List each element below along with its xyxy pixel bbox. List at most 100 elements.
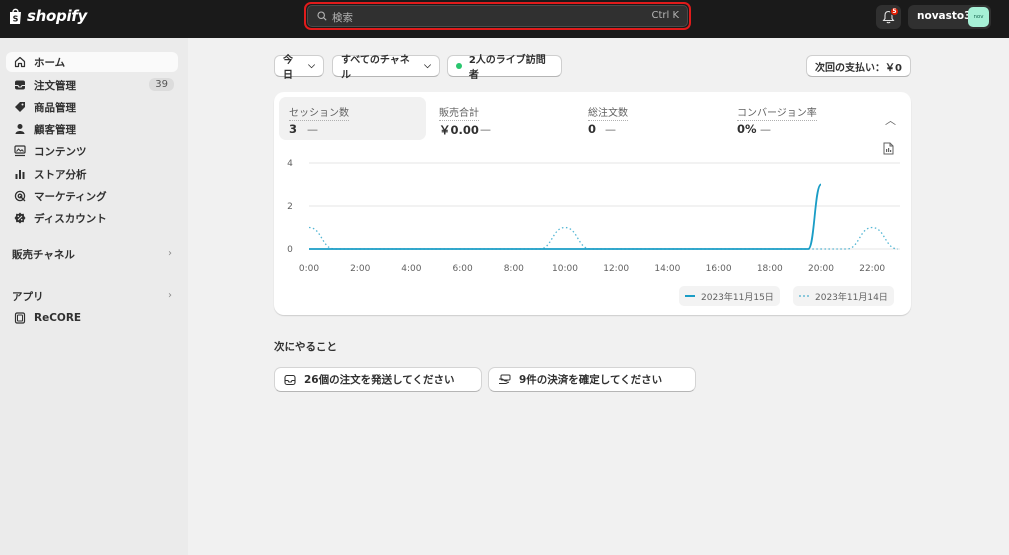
tag-icon bbox=[15, 102, 25, 112]
metric-total-sales[interactable]: 販売合計 ￥0.00 — bbox=[429, 97, 576, 140]
sidebar-item-marketing[interactable]: マーケティング bbox=[6, 186, 178, 206]
chevron-right-icon: › bbox=[168, 290, 172, 301]
metric-total-orders[interactable]: 総注文数 0 — bbox=[578, 97, 725, 140]
sidebar-item-recore[interactable]: ReCORE bbox=[6, 308, 178, 328]
x-tick-label: 20:00 bbox=[808, 264, 834, 274]
shopify-logo[interactable]: S shopify bbox=[8, 7, 87, 25]
todo-title: 次にやること bbox=[274, 341, 337, 353]
sidebar-item-discounts[interactable]: ディスカウント bbox=[6, 208, 178, 228]
series-line-1 bbox=[308, 183, 822, 250]
live-visitors-button[interactable]: 2人のライブ訪問者 bbox=[447, 55, 562, 81]
content-icon bbox=[14, 145, 26, 157]
top-bar: S shopify 検索 Ctrl K 5 novasto3 nov bbox=[0, 0, 1009, 38]
analytics-card: セッション数 3 — 販売合計 ￥0.00 — 総注文数 0 — コンバージョン… bbox=[274, 92, 911, 315]
x-tick-label: 4:00 bbox=[401, 264, 421, 274]
metric-value: 3 bbox=[289, 122, 298, 136]
sidebar-item-label: コンテンツ bbox=[34, 145, 87, 158]
sidebar-item-label: ホーム bbox=[34, 56, 66, 69]
sidebar-item-content[interactable]: コンテンツ bbox=[6, 141, 178, 161]
bar-chart-icon bbox=[15, 170, 25, 179]
home-icon bbox=[14, 56, 26, 68]
sidebar-item-label: マーケティング bbox=[34, 190, 107, 203]
x-tick-label: 8:00 bbox=[504, 264, 524, 274]
metric-label: 総注文数 bbox=[588, 104, 628, 121]
next-payment-button[interactable]: 次回の支払い：￥0 bbox=[806, 55, 911, 77]
metric-sessions[interactable]: セッション数 3 — bbox=[279, 97, 426, 140]
sidebar-item-label: 顧客管理 bbox=[34, 123, 76, 136]
channel-filter-button[interactable]: すべてのチャネル ⌵ bbox=[332, 55, 440, 81]
x-tick-label: 22:00 bbox=[859, 264, 885, 274]
legend-solid-line-icon bbox=[685, 295, 695, 297]
metric-trend: — bbox=[480, 123, 491, 136]
live-indicator-icon bbox=[456, 63, 462, 69]
sidebar: ホーム 注文管理 39 商品管理 顧客管理 コンテンツ ストア分析 マーケティン… bbox=[0, 38, 188, 555]
store-name: novasto3 bbox=[917, 10, 972, 22]
search-input[interactable]: 検索 Ctrl K bbox=[307, 5, 688, 27]
metric-value: ￥0.00 bbox=[439, 123, 479, 137]
orders-count-badge: 39 bbox=[149, 78, 174, 91]
legend-label: 2023年11月15日 bbox=[701, 292, 774, 303]
chevron-down-icon: ⌵ bbox=[308, 61, 315, 71]
sidebar-item-products[interactable]: 商品管理 bbox=[6, 97, 178, 117]
sidebar-item-label: ReCORE bbox=[34, 312, 82, 324]
series-line-2 bbox=[308, 226, 898, 250]
sidebar-item-label: 注文管理 bbox=[34, 79, 76, 92]
search-shortcut: Ctrl K bbox=[651, 10, 679, 21]
sidebar-item-label: 商品管理 bbox=[34, 101, 76, 114]
inbox-icon bbox=[15, 80, 25, 90]
metric-value: 0 bbox=[588, 122, 597, 136]
account-menu-button[interactable]: novasto3 nov bbox=[908, 5, 991, 29]
legend-item-previous[interactable]: 2023年11月14日 bbox=[793, 286, 894, 306]
apps-section[interactable]: アプリ › bbox=[12, 289, 174, 305]
sidebar-item-label: ディスカウント bbox=[34, 212, 107, 225]
x-tick-label: 12:00 bbox=[603, 264, 629, 274]
x-tick-label: 18:00 bbox=[757, 264, 783, 274]
metric-value: 0% bbox=[737, 122, 757, 136]
notifications-button[interactable]: 5 bbox=[876, 5, 901, 29]
apps-label: アプリ bbox=[12, 291, 44, 303]
sidebar-item-label: ストア分析 bbox=[34, 168, 87, 181]
legend-item-current[interactable]: 2023年11月15日 bbox=[679, 286, 780, 306]
inbox-icon bbox=[284, 374, 296, 385]
metric-trend: — bbox=[307, 123, 318, 136]
x-tick-label: 0:00 bbox=[299, 264, 319, 274]
x-tick-label: 14:00 bbox=[654, 264, 680, 274]
x-tick-label: 10:00 bbox=[552, 264, 578, 274]
next-payment-label: 次回の支払い：￥0 bbox=[815, 62, 902, 74]
metric-conversion-rate[interactable]: コンバージョン率 0% — bbox=[727, 97, 874, 140]
chevron-up-icon[interactable]: ︿ bbox=[885, 112, 896, 128]
shopify-bag-icon: S bbox=[10, 8, 21, 24]
search-placeholder: 検索 bbox=[332, 12, 353, 24]
search-icon bbox=[317, 11, 327, 21]
avatar: nov bbox=[968, 7, 989, 27]
svg-text:S: S bbox=[13, 15, 19, 24]
y-tick-label: 4 bbox=[287, 159, 293, 169]
metric-trend: — bbox=[760, 123, 771, 136]
sidebar-item-customers[interactable]: 顧客管理 bbox=[6, 119, 178, 139]
legend-dotted-line-icon bbox=[799, 295, 809, 297]
chevron-down-icon: ⌵ bbox=[424, 61, 431, 71]
sessions-chart: 0 2 4 0:00 2:00 4:00 6:00 8:00 10:00 12:00 14:00 16… bbox=[287, 159, 900, 274]
app-icon bbox=[14, 312, 26, 324]
date-filter-label: 今日 bbox=[283, 55, 293, 81]
brand-name: shopify bbox=[27, 7, 87, 25]
cash-icon bbox=[499, 374, 511, 384]
y-tick-label: 0 bbox=[287, 245, 293, 255]
live-visitors-label: 2人のライブ訪問者 bbox=[468, 55, 546, 81]
person-icon bbox=[15, 124, 25, 134]
channel-filter-label: すべてのチャネル bbox=[341, 55, 410, 81]
chevron-right-icon: › bbox=[168, 248, 172, 259]
y-tick-label: 2 bbox=[287, 202, 293, 212]
sales-channels-section[interactable]: 販売チャネル › bbox=[12, 247, 174, 263]
task-capture-payments-button[interactable]: 9件の決済を確定してください bbox=[488, 367, 696, 392]
sidebar-item-orders[interactable]: 注文管理 39 bbox=[6, 75, 178, 95]
task-label: 9件の決済を確定してください bbox=[519, 374, 663, 386]
date-filter-button[interactable]: 今日 ⌵ bbox=[274, 55, 324, 81]
sales-channels-label: 販売チャネル bbox=[12, 249, 75, 261]
task-ship-orders-button[interactable]: 26個の注文を発送してください bbox=[274, 367, 482, 392]
discount-icon bbox=[14, 212, 26, 224]
sidebar-item-home[interactable]: ホーム bbox=[6, 52, 178, 72]
target-icon bbox=[14, 190, 26, 202]
sidebar-item-analytics[interactable]: ストア分析 bbox=[6, 164, 178, 184]
x-tick-label: 2:00 bbox=[350, 264, 370, 274]
